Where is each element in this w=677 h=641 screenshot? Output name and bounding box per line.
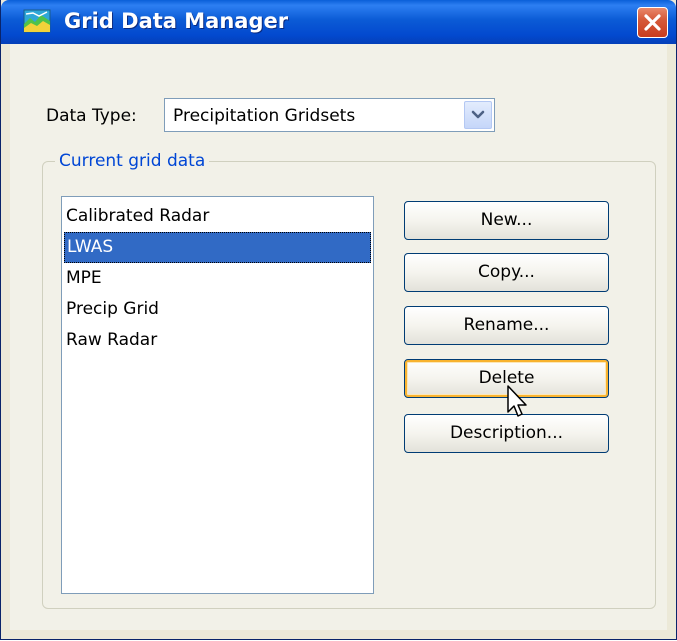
grid-data-list[interactable]: Calibrated Radar LWAS MPE Precip Grid Ra… [61, 196, 374, 594]
data-type-select[interactable]: Precipitation Gridsets [164, 98, 495, 132]
group-label: Current grid data [55, 151, 210, 171]
copy-button[interactable]: Copy... [404, 253, 609, 292]
close-button[interactable] [637, 7, 668, 38]
mouse-pointer-icon [507, 385, 527, 417]
chevron-down-icon [471, 110, 485, 119]
list-item[interactable]: LWAS [64, 232, 371, 263]
window-title: Grid Data Manager [64, 9, 289, 33]
rename-button[interactable]: Rename... [404, 306, 609, 345]
data-type-value: Precipitation Gridsets [173, 106, 356, 126]
data-type-label: Data Type: [46, 106, 137, 126]
list-item[interactable]: Precip Grid [64, 294, 371, 325]
list-item[interactable]: Raw Radar [64, 325, 371, 356]
close-icon [644, 14, 661, 31]
title-bar[interactable]: Grid Data Manager [1, 0, 676, 44]
dropdown-button[interactable] [464, 101, 492, 129]
grid-data-icon [23, 9, 51, 33]
list-item[interactable]: Calibrated Radar [64, 201, 371, 232]
list-item[interactable]: MPE [64, 263, 371, 294]
new-button[interactable]: New... [404, 201, 609, 240]
